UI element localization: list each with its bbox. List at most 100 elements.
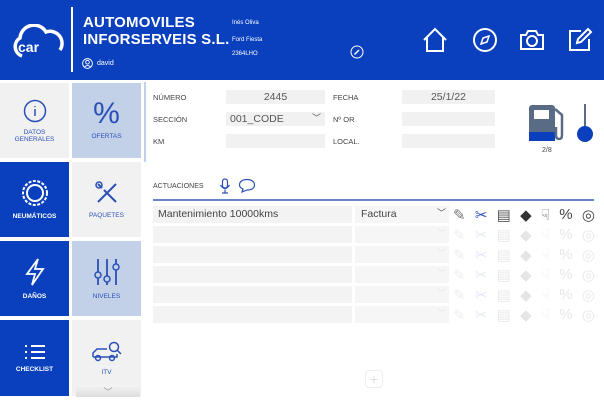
fuel-slider-handle[interactable] [577, 126, 593, 142]
numero-field[interactable]: 2445 [226, 90, 325, 104]
tools-icon[interactable]: ✂ [475, 286, 488, 304]
calculator-icon[interactable]: ▤ [497, 286, 511, 304]
hand-icon[interactable]: ☟ [541, 286, 550, 304]
actuacion-type-select[interactable]: ﹀ [355, 266, 449, 283]
home-icon[interactable] [421, 26, 449, 54]
actuacion-type-select[interactable]: Factura ﹀ [355, 206, 449, 223]
tools-icon[interactable]: ✂ [475, 206, 488, 224]
edit-checklist-icon[interactable]: ✎ [453, 246, 466, 264]
actuacion-type: Factura [361, 208, 397, 220]
sidebar-item-niveles[interactable]: NIVELES [72, 241, 141, 316]
km-field[interactable] [226, 134, 325, 148]
actuacion-name[interactable] [153, 226, 352, 243]
km-label: KM [153, 137, 165, 146]
hand-icon[interactable]: ☟ [541, 266, 550, 284]
car-search-icon [91, 341, 122, 361]
hand-icon[interactable]: ☟ [541, 246, 550, 264]
actuacion-name[interactable] [153, 306, 352, 323]
sidebar-item-neumaticos[interactable]: NEUMÁTICOS [0, 162, 69, 237]
local-field[interactable] [402, 134, 495, 148]
company-name: AUTOMOVILES INFORSERVEIS S.L. [83, 14, 230, 48]
microphone-icon[interactable] [219, 178, 231, 194]
sidebar-item-label: DAÑOS [22, 293, 47, 300]
chevron-down-icon: ﹀ [436, 228, 446, 238]
fuel-gauge-icon[interactable] [528, 103, 568, 143]
gt-diamond-icon[interactable]: ◆ [520, 206, 532, 224]
actuacion-name[interactable] [153, 266, 352, 283]
edit-vehicle-icon[interactable] [350, 45, 364, 59]
user-info[interactable]: david [82, 58, 114, 69]
sidebar-item-danos[interactable]: DAÑOS [0, 241, 69, 316]
gt-diamond-icon[interactable]: ◆ [520, 266, 532, 284]
fecha-field[interactable]: 25/1/22 [402, 90, 495, 104]
calculator-icon[interactable]: ▤ [497, 226, 511, 244]
divider [71, 7, 73, 72]
calculator-icon[interactable]: ▤ [497, 206, 511, 224]
edit-checklist-icon[interactable]: ✎ [453, 226, 466, 244]
percent-icon: % [93, 97, 120, 130]
hand-icon[interactable]: ☟ [541, 306, 550, 324]
calculator-icon[interactable]: ▤ [497, 246, 511, 264]
tools-icon[interactable]: ✂ [475, 306, 488, 324]
sidebar-item-checklist[interactable]: CHECKLIST [0, 320, 69, 396]
actuacion-type-select[interactable]: ﹀ [355, 306, 449, 323]
sidebar-item-paquetes[interactable]: PAQUETES [72, 162, 141, 237]
actuacion-name[interactable]: Mantenimiento 10000kms [153, 206, 352, 223]
actuacion-type-select[interactable]: ﹀ [355, 246, 449, 263]
tools-icon[interactable]: ✂ [475, 226, 488, 244]
divider [153, 199, 594, 201]
edit-checklist-icon[interactable]: ✎ [453, 206, 466, 224]
tools-icon[interactable]: ✂ [475, 266, 488, 284]
gt-diamond-icon[interactable]: ◆ [520, 226, 532, 244]
gt-diamond-icon[interactable]: ◆ [520, 246, 532, 264]
scroll-down-button[interactable]: ﹀ [76, 385, 140, 397]
hand-icon[interactable]: ☟ [541, 206, 550, 224]
calculator-icon[interactable]: ▤ [497, 266, 511, 284]
percent-icon[interactable]: % [559, 206, 572, 223]
chevron-down-icon: ﹀ [436, 288, 446, 298]
percent-icon[interactable]: % [559, 306, 572, 323]
actuacion-actions: ✎ ✂ ▤ ◆ ☟ % ◎ [453, 306, 595, 324]
tire-icon[interactable]: ◎ [582, 286, 595, 304]
actuacion-actions: ✎ ✂ ▤ ◆ ☟ % ◎ [453, 206, 595, 224]
sidebar-item-label: CHECKLIST [15, 365, 54, 373]
hand-icon[interactable]: ☟ [541, 226, 550, 244]
percent-icon[interactable]: % [559, 286, 572, 303]
percent-icon[interactable]: % [559, 266, 572, 283]
actuacion-name[interactable] [153, 246, 352, 263]
tire-icon[interactable]: ◎ [582, 266, 595, 284]
percent-icon[interactable]: % [559, 246, 572, 263]
actuacion-type-select[interactable]: ﹀ [355, 226, 449, 243]
tools-icon[interactable]: ✂ [475, 246, 488, 264]
tire-icon[interactable]: ◎ [582, 246, 595, 264]
sidebar-item-datos-generales[interactable]: DATOS GENERALES [0, 83, 69, 158]
edit-icon[interactable] [566, 26, 594, 54]
edit-checklist-icon[interactable]: ✎ [453, 266, 466, 284]
actuacion-type-select[interactable]: ﹀ [355, 286, 449, 303]
comment-icon[interactable] [238, 178, 256, 193]
actuacion-name[interactable] [153, 286, 352, 303]
nor-field[interactable] [402, 112, 495, 126]
chevron-down-icon: ﹀ [436, 308, 446, 318]
gt-diamond-icon[interactable]: ◆ [520, 286, 532, 304]
tire-icon[interactable]: ◎ [582, 306, 595, 324]
sliders-icon [93, 259, 120, 285]
add-actuacion-button[interactable]: + [365, 370, 383, 388]
compass-icon[interactable] [471, 26, 499, 54]
fuel-slider-track[interactable] [584, 104, 586, 128]
username: david [97, 60, 114, 67]
camera-icon[interactable] [518, 26, 546, 54]
company-line2: INFORSERVEIS S.L. [83, 31, 230, 48]
edit-checklist-icon[interactable]: ✎ [453, 286, 466, 304]
tire-icon[interactable]: ◎ [582, 206, 595, 224]
calculator-icon[interactable]: ▤ [497, 306, 511, 324]
gt-diamond-icon[interactable]: ◆ [520, 306, 532, 324]
tire-icon[interactable]: ◎ [582, 226, 595, 244]
seccion-select[interactable]: 001_CODE ﹀ [226, 112, 325, 126]
car-logo: car [13, 24, 64, 58]
actuacion-actions: ✎ ✂ ▤ ◆ ☟ % ◎ [453, 286, 595, 304]
percent-icon[interactable]: % [559, 226, 572, 243]
sidebar-item-ofertas[interactable]: % OFERTAS [72, 83, 141, 158]
edit-checklist-icon[interactable]: ✎ [453, 306, 466, 324]
seccion-value: 001_CODE [230, 113, 284, 125]
